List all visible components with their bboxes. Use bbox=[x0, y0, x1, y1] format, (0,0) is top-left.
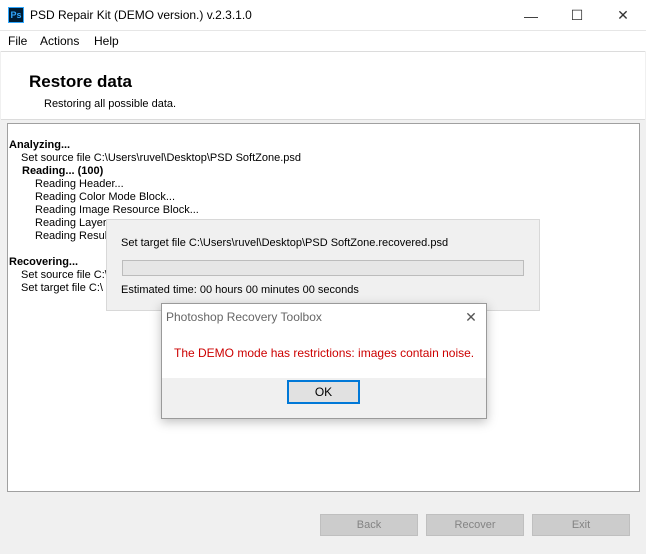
minimize-icon[interactable]: — bbox=[508, 0, 554, 31]
page-subtitle: Restoring all possible data. bbox=[44, 98, 177, 110]
progress-bar bbox=[122, 260, 524, 276]
header-panel: Restore data Restoring all possible data… bbox=[1, 51, 645, 120]
dialog-footer: OK bbox=[162, 378, 486, 418]
title-bar: Ps PSD Repair Kit (DEMO version.) v.2.3.… bbox=[0, 0, 646, 31]
log-line: Set source file C:\ bbox=[21, 269, 108, 281]
log-line: Set target file C:\ bbox=[21, 282, 103, 294]
progress-panel: Set target file C:\Users\ruvel\Desktop\P… bbox=[106, 219, 540, 311]
back-button[interactable]: Back bbox=[320, 514, 418, 536]
menu-help[interactable]: Help bbox=[94, 34, 119, 48]
menu-file[interactable]: File bbox=[8, 34, 27, 48]
menu-actions[interactable]: Actions bbox=[40, 34, 79, 48]
close-icon[interactable]: ✕ bbox=[600, 0, 646, 31]
window-title: PSD Repair Kit (DEMO version.) v.2.3.1.0 bbox=[30, 8, 252, 22]
log-line: Reading Header... bbox=[35, 178, 124, 190]
recover-button[interactable]: Recover bbox=[426, 514, 524, 536]
log-line: Analyzing... bbox=[9, 139, 71, 151]
log-line: Reading Result bbox=[35, 230, 111, 242]
log-line: Recovering... bbox=[9, 256, 79, 268]
exit-button[interactable]: Exit bbox=[532, 514, 630, 536]
dialog-body: The DEMO mode has restrictions: images c… bbox=[162, 330, 486, 378]
log-line: Set source file C:\Users\ruvel\Desktop\P… bbox=[21, 152, 302, 164]
log-line: Reading... (100) bbox=[22, 165, 104, 177]
maximize-icon[interactable]: ☐ bbox=[554, 0, 600, 31]
ok-button[interactable]: OK bbox=[287, 380, 360, 404]
dialog-title: Photoshop Recovery Toolbox bbox=[166, 310, 322, 324]
photoshop-app-icon: Ps bbox=[8, 7, 24, 23]
dialog-message: The DEMO mode has restrictions: images c… bbox=[174, 346, 475, 360]
log-line: Reading Image Resource Block... bbox=[35, 204, 199, 216]
progress-target-file: Set target file C:\Users\ruvel\Desktop\P… bbox=[121, 237, 449, 249]
demo-restriction-dialog: Photoshop Recovery Toolbox ✕ The DEMO mo… bbox=[161, 303, 487, 419]
log-line: Reading Layer bbox=[35, 217, 107, 229]
log-line: Reading Color Mode Block... bbox=[35, 191, 176, 203]
page-title: Restore data bbox=[29, 72, 132, 91]
estimated-time: Estimated time: 00 hours 00 minutes 00 s… bbox=[121, 284, 359, 296]
menu-bar: File Actions Help bbox=[0, 31, 646, 51]
dialog-close-icon[interactable]: ✕ bbox=[456, 304, 486, 330]
